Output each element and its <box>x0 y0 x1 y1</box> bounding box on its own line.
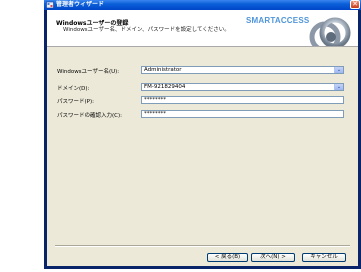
title-bar[interactable]: 管理者ウィザード ✕ <box>44 0 361 10</box>
domain-value: FM-921829404 <box>144 84 186 90</box>
cancel-button[interactable]: キャンセル <box>302 253 346 262</box>
brand-text: SMARTACCESS <box>246 16 310 25</box>
confirm-password-value: ******** <box>144 111 166 117</box>
dropdown-arrow-icon[interactable]: ⌄ <box>334 67 343 73</box>
back-button[interactable]: < 戻る(B) <box>207 253 248 262</box>
close-button[interactable]: ✕ <box>350 0 360 9</box>
username-value: Administrator <box>144 67 182 73</box>
username-label: Windowsユーザー名(U): <box>57 69 120 75</box>
password-field[interactable]: ******** <box>141 96 344 104</box>
page-subtitle: Windowsユーザー名、ドメイン、パスワードを設定してください。 <box>63 27 230 33</box>
domain-combo[interactable]: FM-921829404 ⌄ <box>141 83 344 91</box>
close-icon: ✕ <box>352 0 358 8</box>
password-value: ******** <box>144 97 166 103</box>
window-title: 管理者ウィザード <box>56 1 105 8</box>
password-label: パスワード(P): <box>57 99 94 105</box>
username-combo[interactable]: Administrator ⌄ <box>141 66 344 74</box>
app-icon <box>46 1 54 9</box>
wizard-window: 管理者ウィザード ✕ Windowsユーザーの登録 Windowsユーザー名、ド… <box>44 0 361 269</box>
smartaccess-logo <box>309 17 351 46</box>
domain-label: ドメイン(D): <box>57 86 90 92</box>
dropdown-arrow-icon[interactable]: ⌄ <box>334 84 343 90</box>
footer-divider <box>55 245 350 247</box>
wizard-header: Windowsユーザーの登録 Windowsユーザー名、ドメイン、パスワードを設… <box>47 10 358 47</box>
confirm-password-label: パスワードの確認入力(C): <box>57 113 122 119</box>
confirm-password-field[interactable]: ******** <box>141 110 344 118</box>
next-button[interactable]: 次へ(N) > <box>251 253 295 262</box>
dialog-client-area: Windowsユーザーの登録 Windowsユーザー名、ドメイン、パスワードを設… <box>47 10 358 266</box>
